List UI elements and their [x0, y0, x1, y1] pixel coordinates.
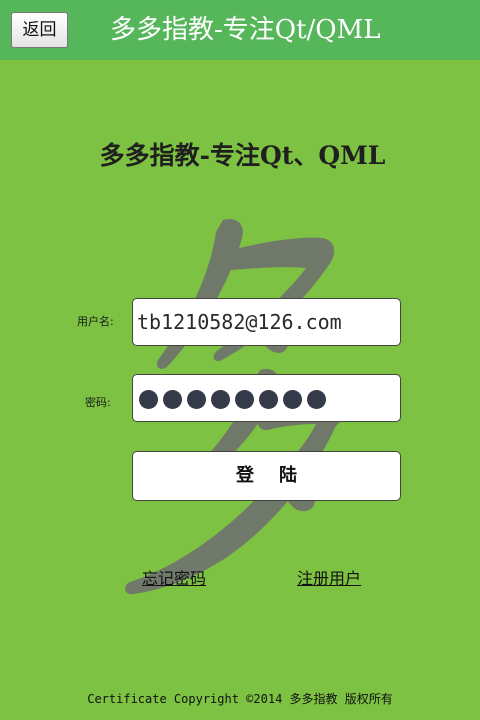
login-button[interactable]: 登 陆: [132, 451, 401, 501]
username-label: 用户名:: [77, 315, 114, 328]
forgot-password-link[interactable]: 忘记密码: [142, 565, 206, 589]
password-dot: [139, 390, 158, 409]
password-dot: [283, 390, 302, 409]
header-bar: 返回 多多指教-专注Qt/QML: [0, 0, 480, 60]
username-field[interactable]: [132, 298, 401, 346]
password-dot: [235, 390, 254, 409]
password-field[interactable]: [132, 374, 401, 422]
register-link[interactable]: 注册用户: [297, 565, 361, 589]
password-dot: [307, 390, 326, 409]
back-button[interactable]: 返回: [11, 12, 68, 48]
copyright-footer: Certificate Copyright ©2014 多多指教 版权所有: [87, 692, 393, 706]
app-title: 多多指教-专注Qt/QML: [110, 15, 381, 45]
password-dot: [187, 390, 206, 409]
password-label: 密码:: [85, 396, 111, 409]
password-dot: [163, 390, 182, 409]
password-dot: [211, 390, 230, 409]
username-input[interactable]: [133, 299, 400, 345]
page-heading: 多多指教-专注Qt、QML: [99, 141, 386, 170]
password-mask: [139, 390, 331, 410]
password-dot: [259, 390, 278, 409]
